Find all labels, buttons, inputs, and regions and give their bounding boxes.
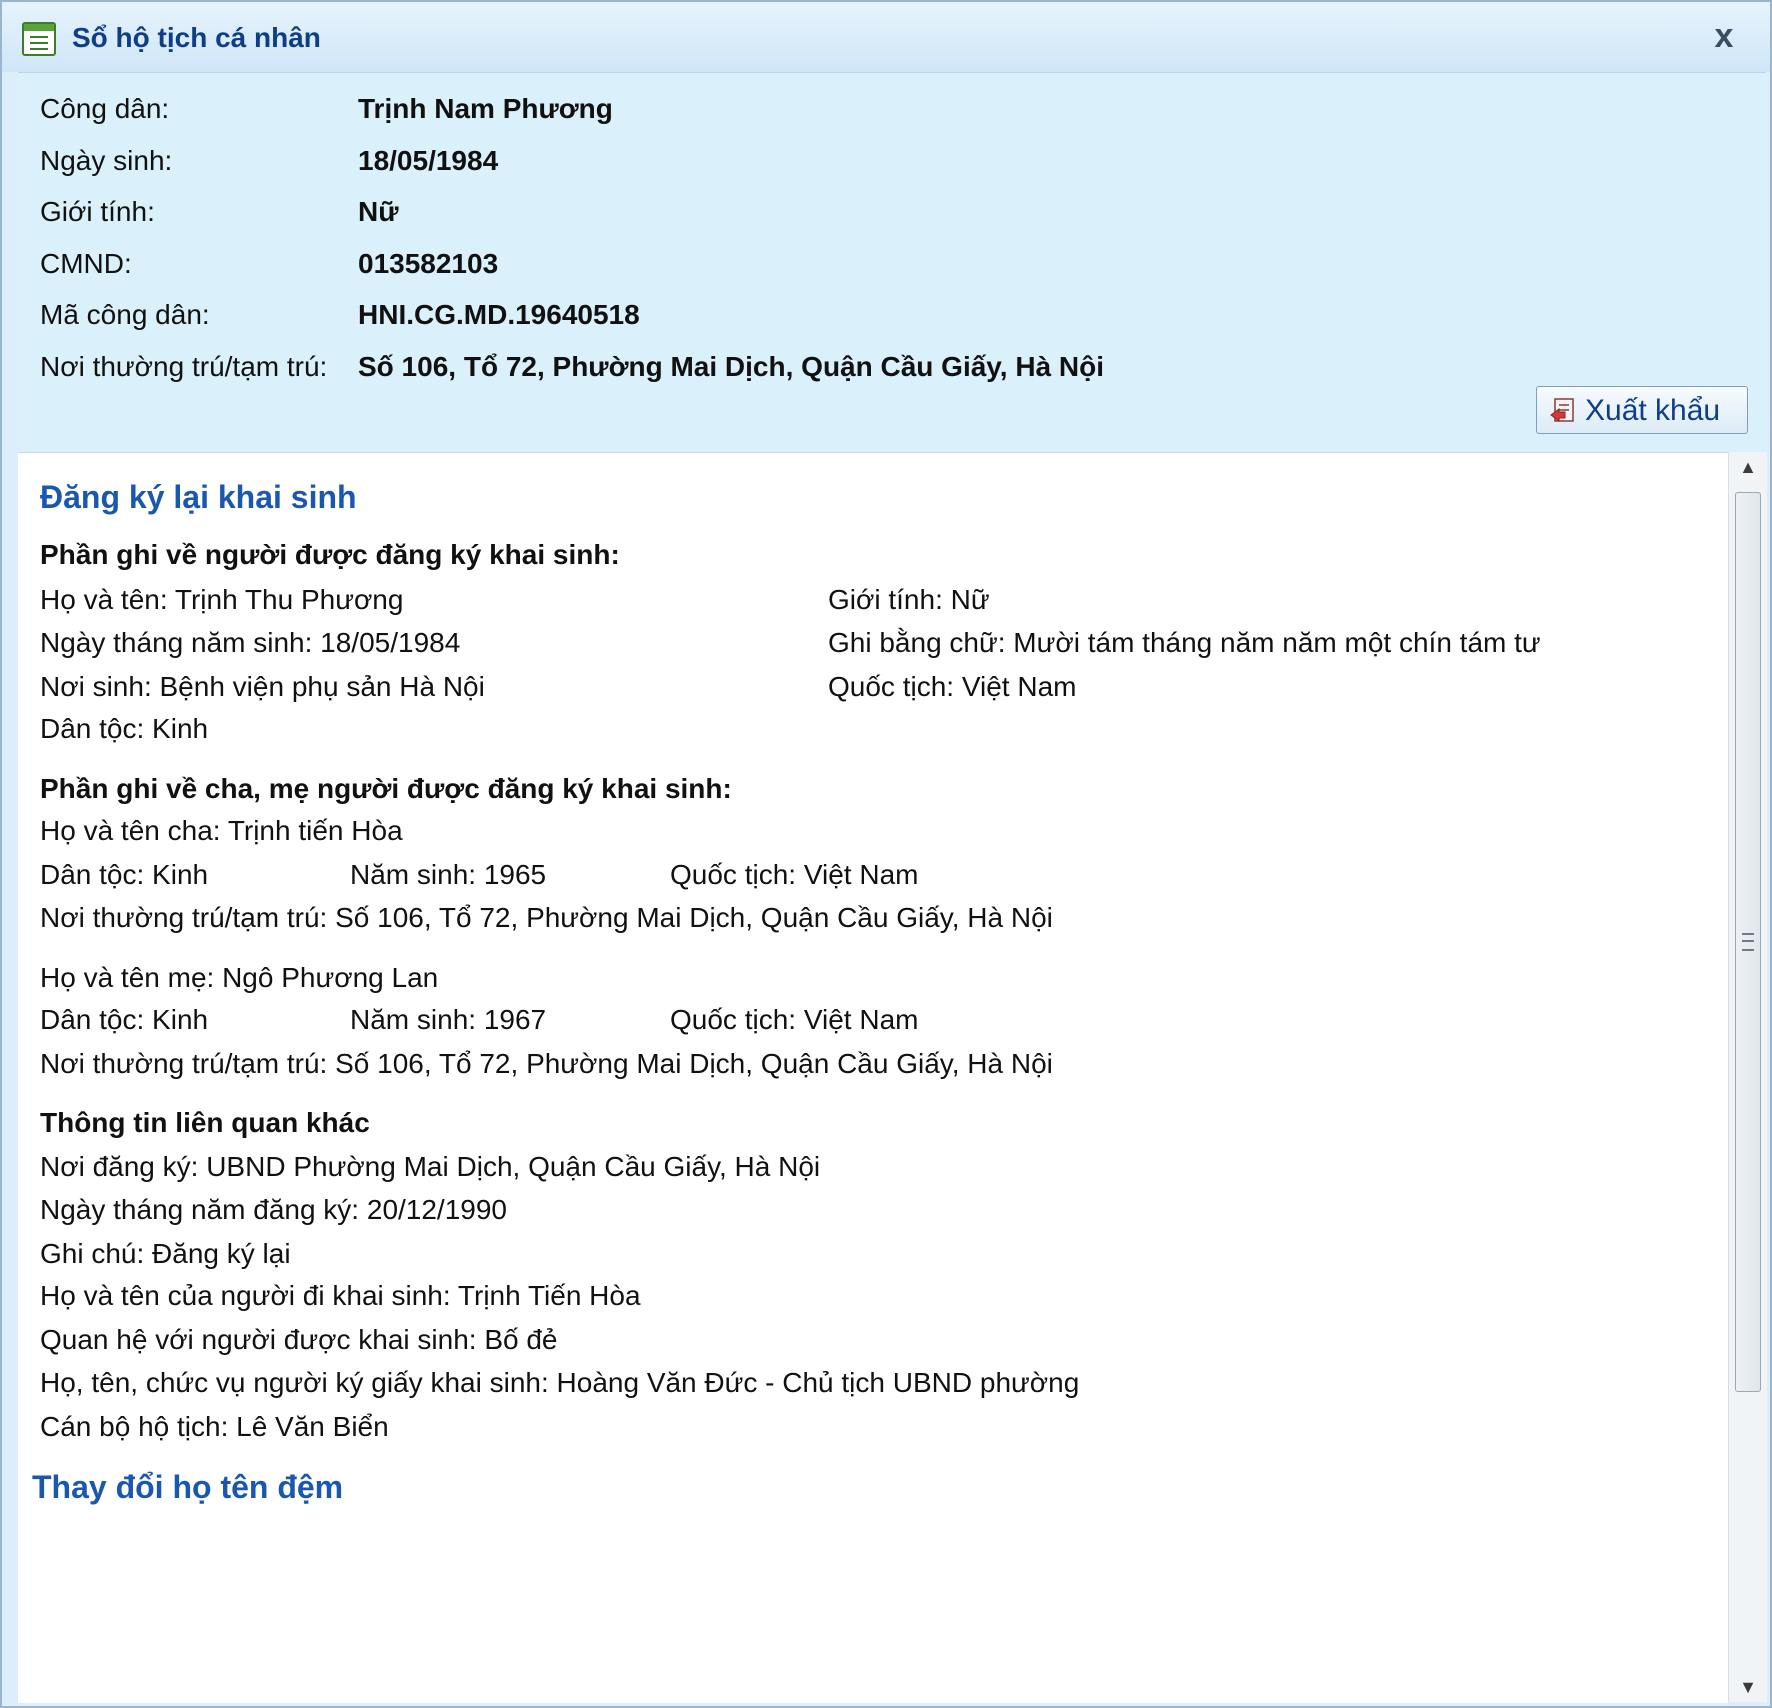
section-title-middle-name-change: Thay đổi họ tên đệm <box>32 1469 344 1505</box>
id-card-value: 013582103 <box>358 248 499 279</box>
other-info-heading: Thông tin liên quan khác <box>40 1107 370 1138</box>
mother-ethnicity: Dân tộc: Kinh <box>40 1004 209 1035</box>
civil-officer: Cán bộ hộ tịch: Lê Văn Biển <box>40 1411 389 1442</box>
scroll-up-arrow-icon[interactable]: ▲ <box>1729 452 1767 482</box>
declarant-relationship: Quan hệ với người được khai sinh: Bố đẻ <box>40 1324 558 1355</box>
residence-label: Nơi thường trú/tạm trú: <box>40 351 328 382</box>
citizen-code-value: HNI.CG.MD.19640518 <box>358 299 640 330</box>
registrant-gender: Giới tính: Nữ <box>828 584 990 615</box>
registrant-dob-words: Ghi bằng chữ: Mười tám tháng năm năm một… <box>828 627 1541 658</box>
grip-icon <box>1742 933 1754 951</box>
scroll-down-arrow-icon[interactable]: ▼ <box>1729 1672 1767 1702</box>
registrant-birthplace: Nơi sinh: Bệnh viện phụ sản Hà Nội <box>40 671 485 702</box>
title-bar[interactable]: Sổ hộ tịch cá nhân x <box>2 2 1770 72</box>
father-nationality: Quốc tịch: Việt Nam <box>670 859 919 890</box>
window-title: Sổ hộ tịch cá nhân <box>72 22 321 53</box>
dob-label: Ngày sinh: <box>40 145 173 176</box>
registrant-ethnicity: Dân tộc: Kinh <box>40 713 209 744</box>
citizen-info-panel: Công dân: Trịnh Nam Phương Ngày sinh: 18… <box>18 72 1766 453</box>
parents-heading: Phần ghi về cha, mẹ người được đăng ký k… <box>40 773 732 804</box>
registration-date: Ngày tháng năm đăng ký: 20/12/1990 <box>40 1194 508 1225</box>
mother-birth-year: Năm sinh: 1967 <box>350 1004 547 1035</box>
citizen-label: Công dân: <box>40 93 170 124</box>
registrant-nationality: Quốc tịch: Việt Nam <box>828 671 1077 702</box>
gender-label: Giới tính: <box>40 196 155 227</box>
section-title-birth-reregistration: Đăng ký lại khai sinh <box>40 479 357 515</box>
mother-name: Họ và tên mẹ: Ngô Phương Lan <box>40 962 439 993</box>
id-card-label: CMND: <box>40 248 132 279</box>
export-icon <box>1550 398 1574 422</box>
citizen-value: Trịnh Nam Phương <box>358 93 613 124</box>
mother-residence: Nơi thường trú/tạm trú: Số 106, Tổ 72, P… <box>40 1048 1053 1079</box>
registration-place: Nơi đăng ký: UBND Phường Mai Dịch, Quận … <box>40 1151 821 1182</box>
registration-note: Ghi chú: Đăng ký lại <box>40 1238 291 1269</box>
father-ethnicity: Dân tộc: Kinh <box>40 859 209 890</box>
declarant-name: Họ và tên của người đi khai sinh: Trịnh … <box>40 1280 641 1311</box>
vertical-scrollbar[interactable]: ▲ ▼ <box>1728 452 1767 1702</box>
registry-book-icon <box>22 22 56 56</box>
registrant-dob: Ngày tháng năm sinh: 18/05/1984 <box>40 627 461 658</box>
registrant-heading: Phần ghi về người được đăng ký khai sinh… <box>40 539 620 570</box>
father-birth-year: Năm sinh: 1965 <box>350 859 547 890</box>
record-content-area[interactable]: Đăng ký lại khai sinh Phần ghi về người … <box>18 452 1728 1703</box>
father-residence: Nơi thường trú/tạm trú: Số 106, Tổ 72, P… <box>40 902 1053 933</box>
export-button-label: Xuất khẩu <box>1585 394 1721 427</box>
civil-registry-window: Sổ hộ tịch cá nhân x Công dân: Trịnh Nam… <box>0 0 1772 1708</box>
registrant-name: Họ và tên: Trịnh Thu Phương <box>40 584 404 615</box>
scrollbar-thumb[interactable] <box>1735 492 1761 1392</box>
dob-value: 18/05/1984 <box>358 145 499 176</box>
gender-value: Nữ <box>358 196 399 227</box>
export-button[interactable]: Xuất khẩu <box>1536 386 1748 434</box>
residence-value: Số 106, Tổ 72, Phường Mai Dịch, Quận Cầu… <box>358 351 1105 382</box>
citizen-code-label: Mã công dân: <box>40 299 210 330</box>
mother-nationality: Quốc tịch: Việt Nam <box>670 1004 919 1035</box>
father-name: Họ và tên cha: Trịnh tiến Hòa <box>40 815 403 846</box>
signer-info: Họ, tên, chức vụ người ký giấy khai sinh… <box>40 1367 1080 1398</box>
close-button[interactable]: x <box>1704 16 1744 56</box>
